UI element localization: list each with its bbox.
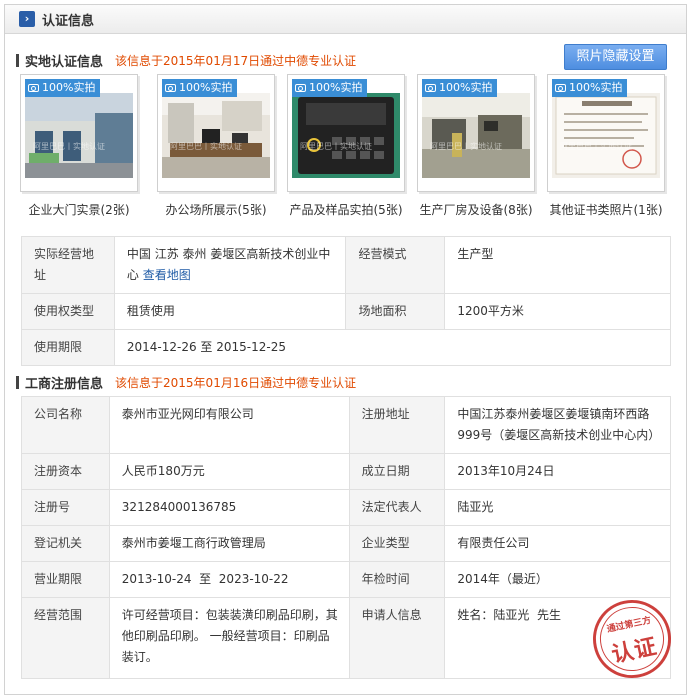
photo-label[interactable]: 生产厂房及设备(8张)	[405, 201, 547, 218]
table-row: 登记机关 泰州市姜堰工商行政管理局 企业类型 有限责任公司	[21, 525, 671, 562]
camera-icon	[555, 84, 566, 92]
term-value: 2013-10-24 至 2023-10-22	[108, 561, 350, 598]
reg-address-label: 注册地址	[348, 396, 446, 454]
site-section-title: 实地认证信息	[25, 54, 104, 70]
applicant-label: 申请人信息	[348, 597, 446, 679]
business-model-label: 经营模式	[345, 236, 446, 294]
camera-icon	[165, 84, 176, 92]
view-map-link[interactable]: 查看地图	[143, 268, 191, 282]
photo-item-certificates[interactable]: 100%实拍 阿里巴巴丨实地认证 其他证书类照片(1张)	[547, 74, 665, 217]
photo-thumbnail[interactable]: 100%实拍 阿里巴巴丨实地认证	[417, 74, 535, 192]
site-section-note: 该信息于2015年01月17日通过中德专业认证	[115, 53, 357, 68]
factory-photo: 阿里巴巴丨实地认证	[422, 93, 530, 178]
chevron-right-icon: ›	[19, 11, 35, 27]
reg-section-title: 工商注册信息	[25, 376, 104, 392]
photo-label[interactable]: 其他证书类照片(1张)	[535, 201, 677, 218]
real-shot-badge: 100%实拍	[25, 79, 101, 97]
founded-value: 2013年10月24日	[444, 453, 671, 490]
use-type-label: 使用权类型	[21, 293, 115, 330]
photo-item-products[interactable]: 100%实拍 阿里巴巴丨实地认证 产品及样品实拍(5张)	[287, 74, 405, 217]
table-row: 使用权类型 租赁使用 场地面积 1200平方米	[21, 293, 671, 330]
table-row: 使用期限 2014-12-26 至 2015-12-25	[21, 329, 672, 366]
real-shot-badge: 100%实拍	[552, 79, 628, 97]
authority-label: 登记机关	[21, 525, 110, 562]
founded-label: 成立日期	[348, 453, 446, 490]
real-shot-badge: 100%实拍	[292, 79, 368, 97]
panel-title: 认证信息	[42, 13, 95, 29]
legal-rep-label: 法定代表人	[348, 489, 446, 526]
section-marker	[16, 375, 19, 389]
company-type-label: 企业类型	[348, 525, 446, 562]
photo-thumbnail[interactable]: 100%实拍 阿里巴巴丨实地认证	[20, 74, 138, 192]
scope-label: 经营范围	[21, 597, 110, 679]
table-row: 实际经营地址 中国 江苏 泰州 姜堰区高新技术创业中心 查看地图 经营模式 生产…	[21, 236, 671, 294]
use-type-value: 租赁使用	[113, 293, 347, 330]
photo-hide-settings-button[interactable]: 照片隐藏设置	[564, 44, 667, 70]
site-area-label: 场地面积	[345, 293, 446, 330]
real-shot-badge: 100%实拍	[162, 79, 238, 97]
reg-no-label: 注册号	[21, 489, 110, 526]
table-row: 经营范围 许可经营项目：包装装潢印刷品印刷，其他印刷品印刷。 一般经营项目：印刷…	[21, 597, 671, 679]
scope-value: 许可经营项目：包装装潢印刷品印刷，其他印刷品印刷。 一般经营项目：印刷品装订。	[108, 597, 350, 679]
camera-icon	[295, 84, 306, 92]
term-label: 营业期限	[21, 561, 110, 598]
company-type-value: 有限责任公司	[444, 525, 671, 562]
capital-label: 注册资本	[21, 453, 110, 490]
table-row: 营业期限 2013-10-24 至 2023-10-22 年检时间 2014年（…	[21, 561, 671, 598]
reg-section-note: 该信息于2015年01月16日通过中德专业认证	[115, 375, 357, 390]
use-period-label: 使用期限	[21, 329, 115, 366]
site-area-value: 1200平方米	[444, 293, 671, 330]
photo-label[interactable]: 企业大门实景(2张)	[8, 201, 150, 218]
address-label: 实际经营地址	[21, 236, 115, 294]
photo-gallery: 100%实拍 阿里巴巴丨实地认证 企业大门实景(2张) 100%实拍 阿里巴巴丨…	[20, 74, 670, 224]
office-photo: 阿里巴巴丨实地认证	[162, 93, 270, 178]
real-shot-badge: 100%实拍	[422, 79, 498, 97]
photo-thumbnail[interactable]: 100%实拍 阿里巴巴丨实地认证	[547, 74, 665, 192]
registration-table: 公司名称 泰州市亚光网印有限公司 注册地址 中国江苏泰州姜堰区姜堰镇南环西路99…	[21, 396, 671, 679]
camera-icon	[425, 84, 436, 92]
company-name-value: 泰州市亚光网印有限公司	[108, 396, 350, 454]
photo-label[interactable]: 产品及样品实拍(5张)	[275, 201, 417, 218]
company-name-label: 公司名称	[21, 396, 110, 454]
photo-item-office[interactable]: 100%实拍 阿里巴巴丨实地认证 办公场所展示(5张)	[157, 74, 275, 217]
certificate-photo: 阿里巴巴丨实地认证	[552, 93, 660, 178]
reg-section-header: 工商注册信息 该信息于2015年01月16日通过中德专业认证	[16, 372, 356, 392]
panel-header: › 认证信息	[5, 5, 686, 34]
capital-value: 人民币180万元	[108, 453, 350, 490]
camera-icon	[28, 84, 39, 92]
site-section-header: 实地认证信息 该信息于2015年01月17日通过中德专业认证	[16, 50, 356, 70]
product-photo: 阿里巴巴丨实地认证	[292, 93, 400, 178]
authority-value: 泰州市姜堰工商行政管理局	[108, 525, 350, 562]
photo-item-factory[interactable]: 100%实拍 阿里巴巴丨实地认证 生产厂房及设备(8张)	[417, 74, 535, 217]
reg-address-value: 中国江苏泰州姜堰区姜堰镇南环西路999号（姜堰区高新技术创业中心内）	[444, 396, 671, 454]
use-period-value: 2014-12-26 至 2015-12-25	[113, 329, 672, 366]
site-info-table: 实际经营地址 中国 江苏 泰州 姜堰区高新技术创业中心 查看地图 经营模式 生产…	[21, 236, 672, 366]
inspection-value: 2014年（最近）	[444, 561, 671, 598]
photo-thumbnail[interactable]: 100%实拍 阿里巴巴丨实地认证	[157, 74, 275, 192]
photo-label[interactable]: 办公场所展示(5张)	[145, 201, 287, 218]
photo-item-gate[interactable]: 100%实拍 阿里巴巴丨实地认证 企业大门实景(2张)	[20, 74, 138, 217]
table-row: 公司名称 泰州市亚光网印有限公司 注册地址 中国江苏泰州姜堰区姜堰镇南环西路99…	[21, 396, 671, 454]
gate-photo: 阿里巴巴丨实地认证	[25, 93, 133, 178]
reg-no-value: 321284000136785	[108, 489, 350, 526]
table-row: 注册号 321284000136785 法定代表人 陆亚光	[21, 489, 671, 526]
legal-rep-value: 陆亚光	[444, 489, 671, 526]
photo-thumbnail[interactable]: 100%实拍 阿里巴巴丨实地认证	[287, 74, 405, 192]
inspection-label: 年检时间	[348, 561, 446, 598]
address-cell: 中国 江苏 泰州 姜堰区高新技术创业中心 查看地图	[113, 236, 347, 294]
table-row: 注册资本 人民币180万元 成立日期 2013年10月24日	[21, 453, 671, 490]
section-marker	[16, 53, 19, 67]
business-model-value: 生产型	[444, 236, 671, 294]
